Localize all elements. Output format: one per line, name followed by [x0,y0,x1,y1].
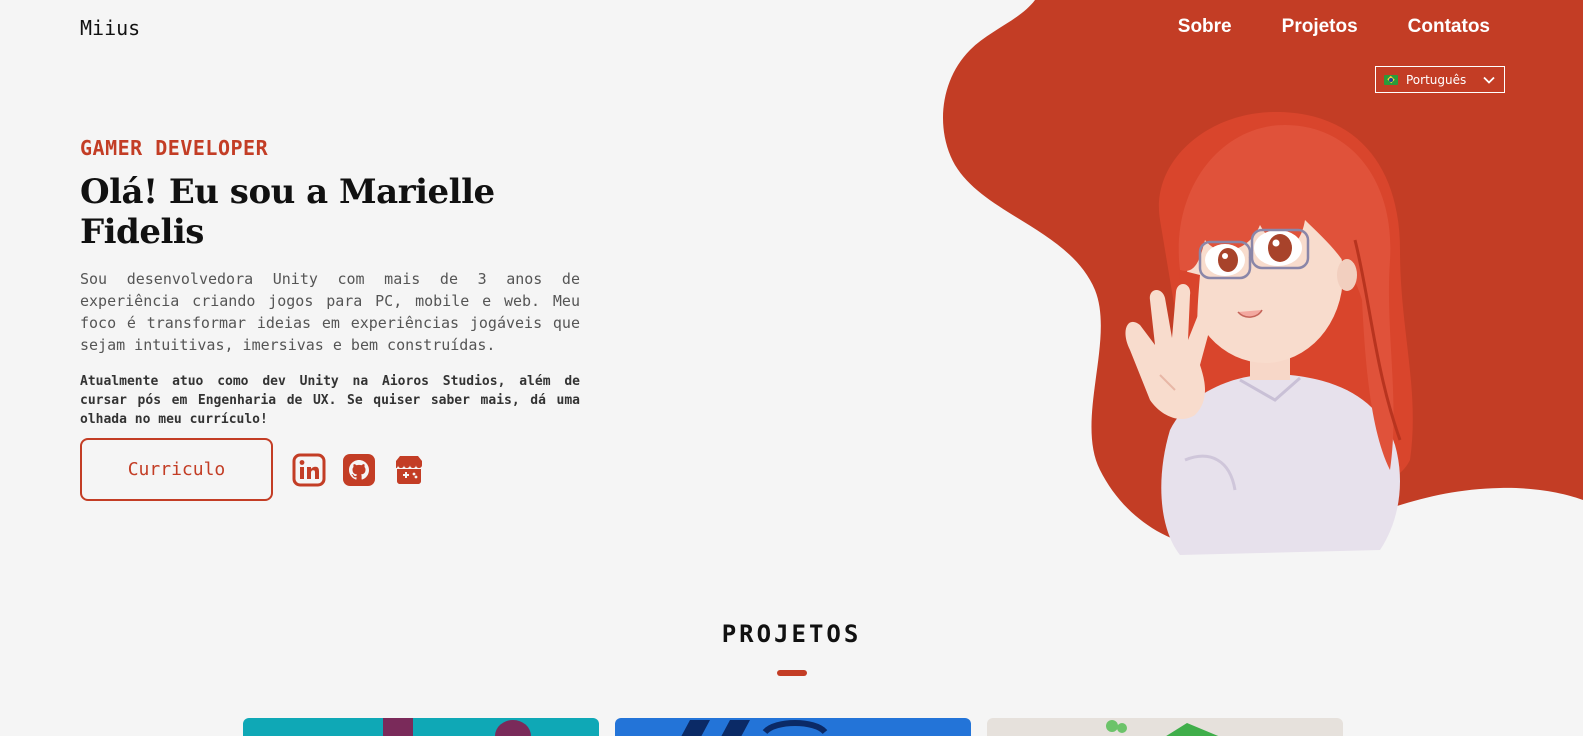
project-card[interactable] [243,718,599,736]
site-logo[interactable]: Miius [80,16,140,40]
main-nav: Sobre Projetos Contatos [1178,16,1490,38]
hero-actions: Curriculo [80,438,426,501]
linkedin-icon[interactable] [292,453,326,487]
nav-link-contatos[interactable]: Contatos [1408,16,1490,38]
project-thumbnail [383,718,531,736]
projects-grid [243,718,1343,736]
nav-link-sobre[interactable]: Sobre [1178,16,1232,38]
brazil-flag-icon [1384,74,1398,85]
hero-description: Sou desenvolvedora Unity com mais de 3 a… [80,270,580,354]
github-icon[interactable] [342,453,376,487]
hero-eyebrow: GAMER DEVELOPER [80,136,269,160]
language-select[interactable]: Português [1375,66,1505,93]
project-thumbnail [1106,720,1219,736]
curriculo-button[interactable]: Curriculo [80,438,273,501]
nav-link-projetos[interactable]: Projetos [1282,16,1358,38]
itchio-icon[interactable] [392,453,426,487]
hero-description-bold: Atualmente atuo como dev Unity na Aioros… [80,374,580,427]
hero-title: Olá! Eu sou a Marielle Fidelis [80,172,495,252]
projects-section-title: PROJETOS [721,620,862,648]
chevron-down-icon [1483,76,1495,84]
project-thumbnail [681,720,828,736]
projects-title-underline [777,670,807,676]
hero-section: GAMER DEVELOPER Olá! Eu sou a Marielle F… [80,136,580,429]
project-card[interactable] [987,718,1343,736]
language-select-label: Português [1406,72,1467,87]
social-links [292,453,426,487]
anime-avatar-illustration [1125,111,1413,555]
project-card[interactable] [615,718,971,736]
